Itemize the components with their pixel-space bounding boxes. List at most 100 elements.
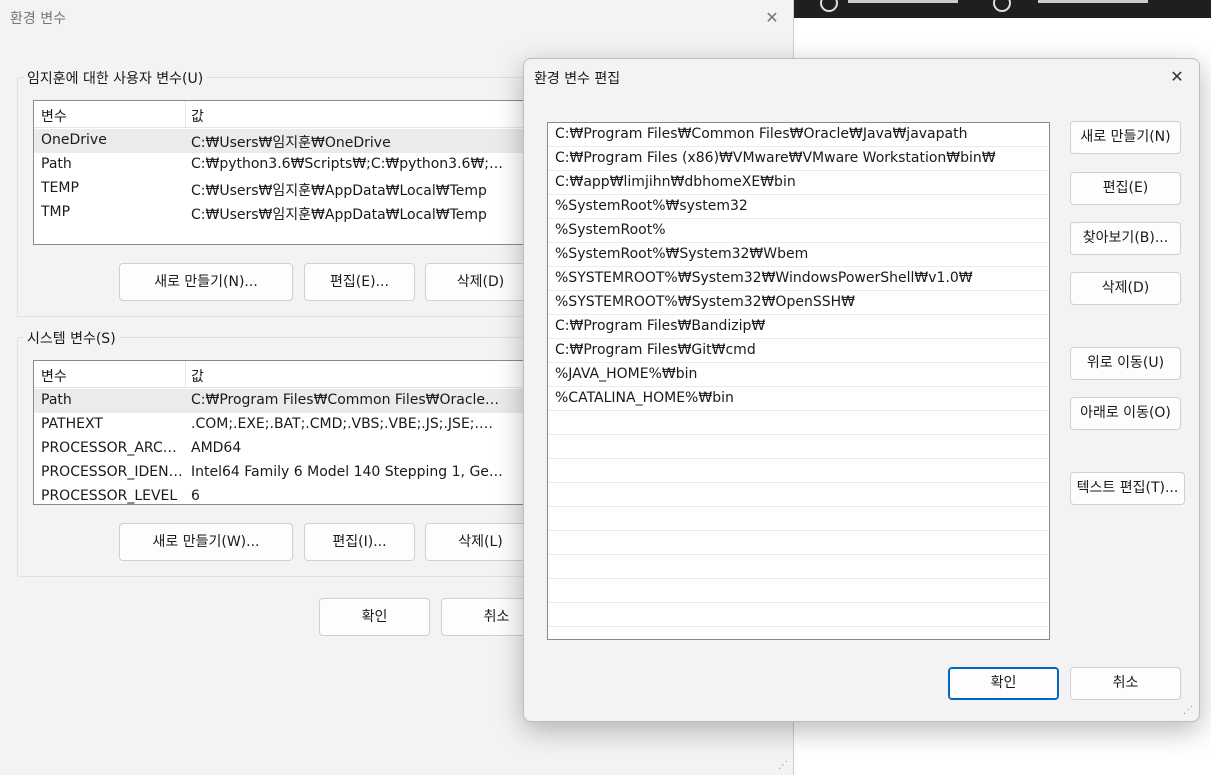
close-icon[interactable]: ✕ bbox=[762, 8, 782, 28]
column-header-value[interactable]: 값 bbox=[191, 366, 204, 386]
empty-path-row[interactable] bbox=[548, 483, 1049, 507]
list-header: 변수 값 bbox=[34, 101, 524, 128]
path-text: C:₩Program Files₩Git₩cmd bbox=[555, 342, 756, 358]
var-name: OneDrive bbox=[41, 132, 107, 148]
move-up-button[interactable]: 위로 이동(U) bbox=[1070, 347, 1181, 380]
system-edit-button[interactable]: 편집(I)... bbox=[304, 523, 415, 561]
var-value: C:₩Users₩임지훈₩AppData₩Local₩Temp bbox=[191, 207, 487, 223]
column-divider[interactable] bbox=[185, 361, 186, 387]
background-radio-icon bbox=[993, 0, 1011, 12]
dialog-title: 환경 변수 편집 bbox=[534, 71, 621, 87]
path-text: C:₩Program Files₩Bandizip₩ bbox=[555, 318, 766, 334]
var-value: C:₩python3.6₩Scripts₩;C:₩python3.6₩;C:₩U… bbox=[191, 156, 506, 172]
path-entry[interactable]: C:₩Program Files₩Bandizip₩ bbox=[548, 315, 1049, 339]
column-divider[interactable] bbox=[185, 101, 186, 127]
path-entry[interactable]: %SystemRoot% bbox=[548, 219, 1049, 243]
window-title: 환경 변수 bbox=[10, 11, 66, 27]
empty-path-row[interactable] bbox=[548, 435, 1049, 459]
path-text: %SYSTEMROOT%₩System32₩OpenSSH₩ bbox=[555, 294, 855, 310]
user-var-row[interactable]: TMP C:₩Users₩임지훈₩AppData₩Local₩Temp bbox=[34, 201, 524, 225]
var-value: C:₩Program Files₩Common Files₩Oracle₩Ja.… bbox=[191, 392, 506, 408]
path-entry[interactable]: C:₩Program Files₩Git₩cmd bbox=[548, 339, 1049, 363]
user-vars-list[interactable]: 변수 값 OneDrive C:₩Users₩임지훈₩OneDrive Path… bbox=[33, 100, 525, 245]
path-entry[interactable]: %SystemRoot%₩System32₩Wbem bbox=[548, 243, 1049, 267]
empty-path-row[interactable] bbox=[548, 507, 1049, 531]
path-entry[interactable]: %CATALINA_HOME%₩bin bbox=[548, 387, 1049, 411]
var-name: TMP bbox=[41, 204, 71, 220]
system-delete-button[interactable]: 삭제(L) bbox=[425, 523, 536, 561]
system-vars-list[interactable]: 변수 값 Path C:₩Program Files₩Common Files₩… bbox=[33, 360, 525, 505]
empty-path-row[interactable] bbox=[548, 603, 1049, 627]
path-entry[interactable]: %JAVA_HOME%₩bin bbox=[548, 363, 1049, 387]
path-entry[interactable]: %SYSTEMROOT%₩System32₩OpenSSH₩ bbox=[548, 291, 1049, 315]
column-header-variable[interactable]: 변수 bbox=[41, 366, 67, 386]
var-name: Path bbox=[41, 156, 72, 172]
user-new-button[interactable]: 새로 만들기(N)... bbox=[119, 263, 293, 301]
path-text: %SYSTEMROOT%₩System32₩WindowsPowerShell₩… bbox=[555, 270, 973, 286]
edit-text-button[interactable]: 텍스트 편집(T)... bbox=[1070, 472, 1185, 505]
empty-path-row[interactable] bbox=[548, 531, 1049, 555]
empty-path-row[interactable] bbox=[548, 459, 1049, 483]
path-entry[interactable]: %SYSTEMROOT%₩System32₩WindowsPowerShell₩… bbox=[548, 267, 1049, 291]
edit-env-var-dialog: 환경 변수 편집 ✕ C:₩Program Files₩Common Files… bbox=[523, 58, 1200, 722]
var-name: PATHEXT bbox=[41, 416, 103, 432]
var-value: .COM;.EXE;.BAT;.CMD;.VBS;.VBE;.JS;.JSE;.… bbox=[191, 416, 506, 432]
var-value: 6 bbox=[191, 488, 200, 504]
var-name: PROCESSOR_IDENT... bbox=[41, 464, 186, 480]
column-header-variable[interactable]: 변수 bbox=[41, 106, 67, 126]
path-text: %SystemRoot% bbox=[555, 222, 666, 238]
system-var-row[interactable]: Path C:₩Program Files₩Common Files₩Oracl… bbox=[34, 389, 524, 413]
empty-path-row[interactable] bbox=[548, 411, 1049, 435]
desktop: 환경 변수 ✕ 임지훈에 대한 사용자 변수(U) 변수 값 OneDrive … bbox=[0, 0, 1211, 775]
ok-button[interactable]: 확인 bbox=[319, 598, 430, 636]
empty-path-row[interactable] bbox=[548, 555, 1049, 579]
close-icon[interactable]: ✕ bbox=[1167, 67, 1187, 87]
system-var-row[interactable]: PROCESSOR_ARCH... AMD64 bbox=[34, 437, 524, 461]
path-text: C:₩Program Files (x86)₩VMware₩VMware Wor… bbox=[555, 150, 996, 166]
user-var-row[interactable]: OneDrive C:₩Users₩임지훈₩OneDrive bbox=[34, 129, 524, 153]
background-text-fragment bbox=[1038, 0, 1148, 3]
var-name: TEMP bbox=[41, 180, 79, 196]
path-text: %SystemRoot%₩system32 bbox=[555, 198, 748, 214]
system-var-row[interactable]: PROCESSOR_LEVEL 6 bbox=[34, 485, 524, 504]
var-value: Intel64 Family 6 Model 140 Stepping 1, G… bbox=[191, 464, 506, 480]
browse-button[interactable]: 찾아보기(B)... bbox=[1070, 222, 1181, 255]
path-entry[interactable]: C:₩Program Files (x86)₩VMware₩VMware Wor… bbox=[548, 147, 1049, 171]
cancel-button[interactable]: 취소 bbox=[1070, 667, 1181, 700]
var-value: C:₩Users₩임지훈₩OneDrive bbox=[191, 135, 391, 151]
path-text: C:₩Program Files₩Common Files₩Oracle₩Jav… bbox=[555, 126, 968, 142]
system-new-button[interactable]: 새로 만들기(W)... bbox=[119, 523, 293, 561]
path-text: %SystemRoot%₩System32₩Wbem bbox=[555, 246, 809, 262]
background-text-fragment bbox=[848, 0, 958, 3]
user-var-row[interactable]: TEMP C:₩Users₩임지훈₩AppData₩Local₩Temp bbox=[34, 177, 524, 201]
user-vars-group-label: 임지훈에 대한 사용자 변수(U) bbox=[24, 68, 207, 88]
ok-button[interactable]: 확인 bbox=[948, 667, 1059, 700]
system-var-row[interactable]: PROCESSOR_IDENT... Intel64 Family 6 Mode… bbox=[34, 461, 524, 485]
var-name: Path bbox=[41, 392, 72, 408]
edit-path-button[interactable]: 편집(E) bbox=[1070, 172, 1181, 205]
background-radio-icon bbox=[820, 0, 838, 12]
background-app-strip bbox=[793, 0, 1211, 18]
new-path-button[interactable]: 새로 만들기(N) bbox=[1070, 121, 1181, 154]
user-delete-button[interactable]: 삭제(D) bbox=[425, 263, 536, 301]
path-list[interactable]: C:₩Program Files₩Common Files₩Oracle₩Jav… bbox=[547, 122, 1050, 640]
var-name: PROCESSOR_LEVEL bbox=[41, 488, 178, 504]
path-text: C:₩app₩limjihn₩dbhomeXE₩bin bbox=[555, 174, 796, 190]
resize-grip-icon[interactable]: ⋰ bbox=[778, 760, 790, 772]
system-vars-group-label: 시스템 변수(S) bbox=[24, 328, 119, 348]
empty-path-row[interactable] bbox=[548, 579, 1049, 603]
system-var-row[interactable]: PATHEXT .COM;.EXE;.BAT;.CMD;.VBS;.VBE;.J… bbox=[34, 413, 524, 437]
path-entry[interactable]: C:₩app₩limjihn₩dbhomeXE₩bin bbox=[548, 171, 1049, 195]
resize-grip-icon[interactable]: ⋰ bbox=[1183, 705, 1195, 717]
column-header-value[interactable]: 값 bbox=[191, 106, 204, 126]
path-entry[interactable]: %SystemRoot%₩system32 bbox=[548, 195, 1049, 219]
user-var-row[interactable]: Path C:₩python3.6₩Scripts₩;C:₩python3.6₩… bbox=[34, 153, 524, 177]
delete-path-button[interactable]: 삭제(D) bbox=[1070, 272, 1181, 305]
user-edit-button[interactable]: 편집(E)... bbox=[304, 263, 415, 301]
path-text: %CATALINA_HOME%₩bin bbox=[555, 390, 734, 406]
move-down-button[interactable]: 아래로 이동(O) bbox=[1070, 397, 1181, 430]
var-value: C:₩Users₩임지훈₩AppData₩Local₩Temp bbox=[191, 183, 487, 199]
list-header: 변수 값 bbox=[34, 361, 524, 388]
path-entry[interactable]: C:₩Program Files₩Common Files₩Oracle₩Jav… bbox=[548, 123, 1049, 147]
path-text: %JAVA_HOME%₩bin bbox=[555, 366, 698, 382]
